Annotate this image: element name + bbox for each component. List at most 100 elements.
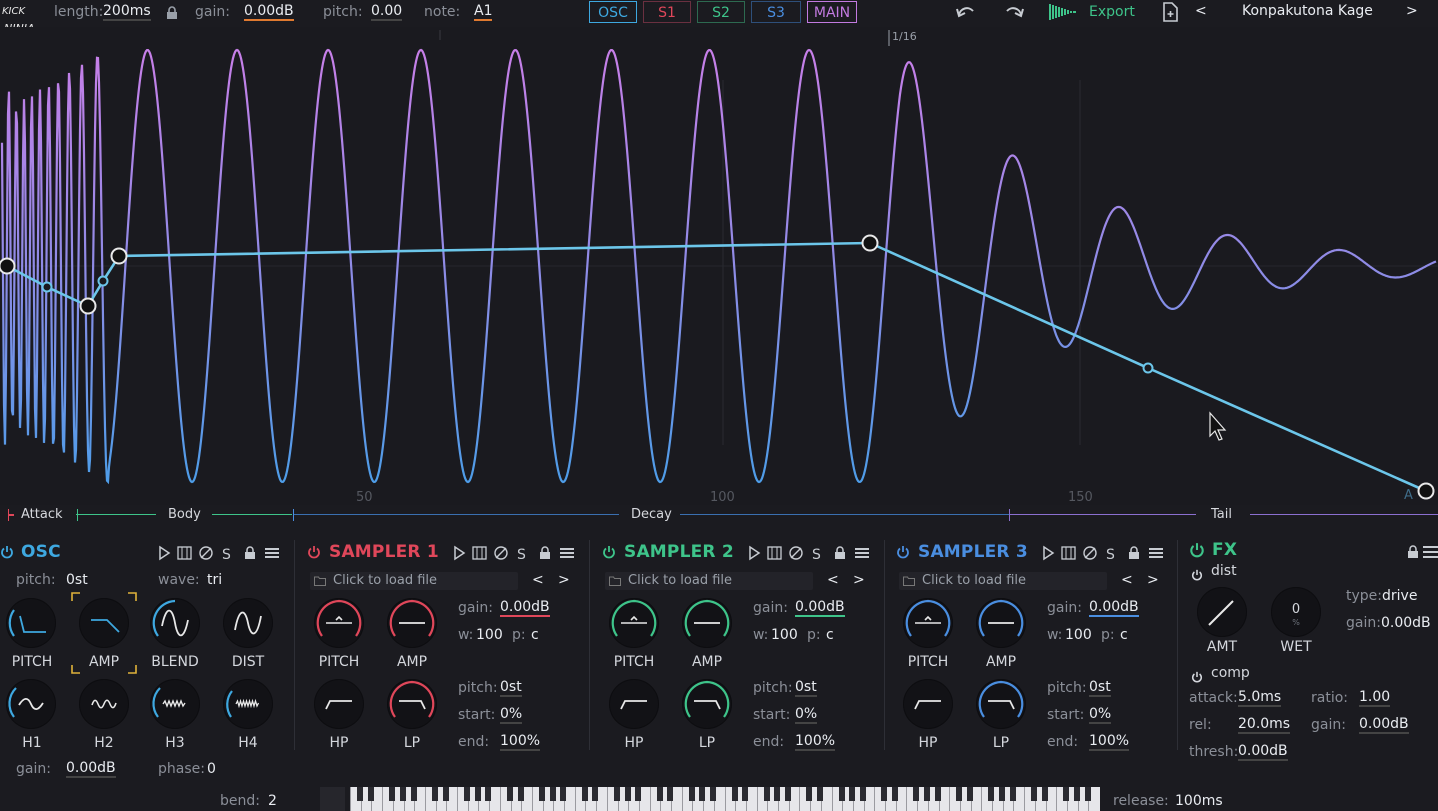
sampler-gain-value[interactable]: 0.00dB <box>795 599 845 617</box>
sampler-p-value[interactable]: c <box>826 627 834 643</box>
piano-black-key[interactable] <box>464 787 470 801</box>
sampler-pitch-knob[interactable] <box>609 598 659 648</box>
sampler-w-value[interactable]: 100 <box>476 627 503 643</box>
piano-black-key[interactable] <box>357 787 363 801</box>
piano-black-key[interactable] <box>849 787 856 801</box>
fx-lock-icon[interactable] <box>1407 544 1419 563</box>
piano-black-key[interactable] <box>485 787 492 801</box>
segment-bar[interactable]: Attack Body Decay Tail <box>0 505 1438 527</box>
sampler-amp-knob[interactable] <box>976 598 1026 648</box>
sampler-pitch-value[interactable]: 0st <box>1089 679 1111 697</box>
segment-marker[interactable] <box>77 509 78 521</box>
sampler-amp-knob[interactable] <box>387 598 437 648</box>
envelope-node[interactable] <box>110 247 128 265</box>
curve-handle[interactable] <box>97 275 109 287</box>
piano-black-key[interactable] <box>399 787 406 801</box>
sampler-pitch-value[interactable]: 0st <box>795 679 817 697</box>
segment-attack[interactable]: Attack <box>21 507 63 522</box>
sampler-next-button[interactable]: > <box>853 572 865 588</box>
comp-rel-value[interactable]: 20.0ms <box>1238 716 1291 734</box>
piano-black-key[interactable] <box>688 787 695 801</box>
piano-black-key[interactable] <box>924 787 931 801</box>
piano-black-key[interactable] <box>581 787 588 801</box>
piano-black-key[interactable] <box>731 787 738 801</box>
piano-black-key[interactable] <box>999 787 1005 801</box>
tab-main[interactable]: MAIN <box>807 1 857 23</box>
sampler-p-value[interactable]: c <box>531 627 539 643</box>
envelope-line[interactable] <box>6 241 1427 493</box>
sampler-end-value[interactable]: 100% <box>795 733 836 751</box>
sampler-start-value[interactable]: 0% <box>1089 706 1112 724</box>
sampler-gain-value[interactable]: 0.00dB <box>500 599 550 617</box>
sampler-header-icons[interactable]: S <box>1042 545 1167 565</box>
tab-osc[interactable]: OSC <box>589 1 637 23</box>
sampler-p-value[interactable]: c <box>1120 627 1128 643</box>
comp-power-icon[interactable] <box>1191 668 1203 687</box>
piano-black-key[interactable] <box>817 787 824 801</box>
sampler-hp-knob[interactable] <box>609 679 659 729</box>
segment-decay[interactable]: Decay <box>631 507 672 522</box>
piano-black-key[interactable] <box>431 787 438 801</box>
redo-icon[interactable] <box>1003 3 1025 25</box>
sampler-pitch-knob[interactable] <box>903 598 953 648</box>
fx-menu-icon[interactable] <box>1423 544 1438 563</box>
piano-black-key[interactable] <box>892 787 898 801</box>
sampler-start-value[interactable]: 0% <box>500 706 523 724</box>
piano-black-key[interactable] <box>838 787 845 801</box>
piano-black-key[interactable] <box>1031 787 1038 801</box>
piano-black-key[interactable] <box>966 787 973 801</box>
fx-type-value[interactable]: drive <box>1382 588 1417 604</box>
piano-black-key[interactable] <box>367 787 374 801</box>
preset-name[interactable]: Konpakutona Kage <box>1242 3 1373 19</box>
envelope-node[interactable] <box>1417 482 1435 500</box>
sampler-load-field[interactable]: Click to load file <box>605 572 813 590</box>
waveform-canvas[interactable]: 1/16 50 100 150 A <box>0 27 1438 505</box>
piano-black-key[interactable] <box>1041 787 1048 801</box>
gain-value[interactable]: 0.00dB <box>244 3 294 21</box>
preset-prev-button[interactable]: < <box>1195 3 1207 19</box>
sampler-hp-knob[interactable] <box>314 679 364 729</box>
piano-black-key[interactable] <box>549 787 556 801</box>
piano-black-key[interactable] <box>474 787 481 801</box>
piano-black-key[interactable] <box>1084 787 1091 801</box>
fx-wet-knob[interactable]: 0 % <box>1271 587 1321 637</box>
piano-black-key[interactable] <box>710 787 717 801</box>
tab-s2[interactable]: S2 <box>697 1 745 23</box>
osc-dist-knob[interactable] <box>223 598 273 648</box>
sampler-end-value[interactable]: 100% <box>1089 733 1130 751</box>
osc-pitch-value[interactable]: 0st <box>66 572 88 588</box>
sampler-power-icon[interactable] <box>307 544 321 563</box>
piano-black-key[interactable] <box>592 787 599 801</box>
sampler-load-field[interactable]: Click to load file <box>899 572 1107 590</box>
piano-black-key[interactable] <box>742 787 749 801</box>
piano-black-key[interactable] <box>410 787 417 801</box>
osc-h1-knob[interactable] <box>6 679 56 729</box>
segment-marker[interactable] <box>293 509 294 521</box>
fx-power-icon[interactable] <box>1189 542 1205 562</box>
tab-s1[interactable]: S1 <box>643 1 691 23</box>
sampler-power-icon[interactable] <box>602 544 616 563</box>
piano-black-key[interactable] <box>624 787 631 801</box>
piano-black-key[interactable] <box>806 787 813 801</box>
osc-power-icon[interactable] <box>0 544 14 563</box>
sampler-gain-value[interactable]: 0.00dB <box>1089 599 1139 617</box>
sampler-load-field[interactable]: Click to load file <box>310 572 518 590</box>
piano-black-key[interactable] <box>934 787 941 801</box>
release-value[interactable]: 100ms <box>1175 793 1223 809</box>
sampler-amp-knob[interactable] <box>682 598 732 648</box>
sampler-start-value[interactable]: 0% <box>795 706 818 724</box>
fx-amt-knob[interactable] <box>1197 587 1247 637</box>
sampler-hp-knob[interactable] <box>903 679 953 729</box>
piano-black-key[interactable] <box>613 787 620 801</box>
piano-black-key[interactable] <box>635 787 642 801</box>
piano-black-key[interactable] <box>538 787 545 801</box>
envelope-nodes[interactable] <box>0 234 1435 500</box>
piano-black-key[interactable] <box>1073 787 1080 801</box>
bend-value[interactable]: 2 <box>268 793 277 809</box>
lock-icon[interactable] <box>166 5 178 19</box>
sampler-w-value[interactable]: 100 <box>771 627 798 643</box>
segment-tail[interactable]: Tail <box>1211 507 1232 522</box>
undo-icon[interactable] <box>955 3 977 25</box>
sampler-end-value[interactable]: 100% <box>500 733 541 751</box>
sampler-header-icons[interactable]: S <box>748 545 873 565</box>
